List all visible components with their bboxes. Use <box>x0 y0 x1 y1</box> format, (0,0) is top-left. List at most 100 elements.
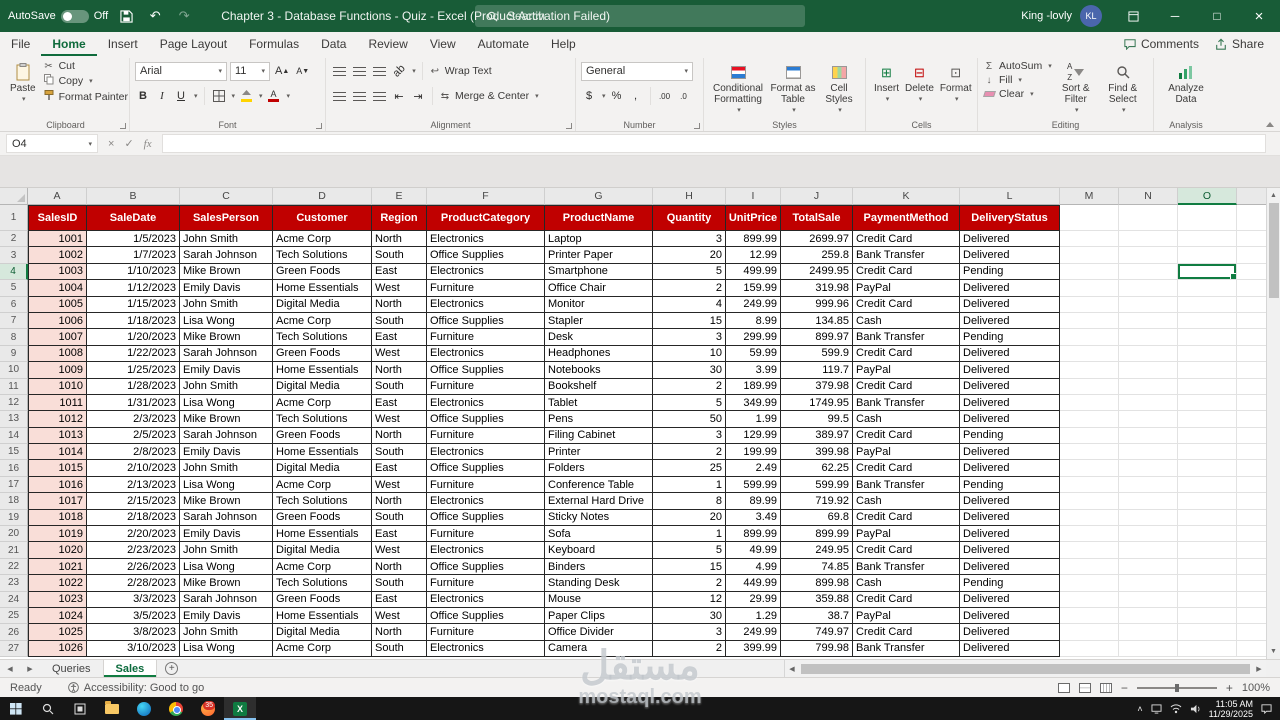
cell[interactable]: Delivered <box>960 509 1060 527</box>
cell[interactable]: Digital Media <box>273 542 372 559</box>
sort-filter-button[interactable]: AZ Sort & Filter ▾ <box>1052 60 1100 118</box>
cell[interactable]: Pending <box>960 427 1060 445</box>
column-header-G[interactable]: G <box>545 188 653 205</box>
cell-O18[interactable] <box>1178 493 1237 510</box>
cell[interactable]: Furniture <box>427 378 545 395</box>
italic-button[interactable]: I <box>154 87 170 105</box>
cell[interactable]: 259.8 <box>781 247 853 264</box>
share-button[interactable]: Share <box>1215 37 1264 51</box>
cell[interactable]: 1 <box>653 476 726 494</box>
cell-N25[interactable] <box>1119 607 1178 625</box>
cell[interactable]: Tablet <box>545 394 653 412</box>
cell[interactable]: 1/20/2023 <box>87 329 180 346</box>
cell[interactable]: 3.99 <box>726 362 781 379</box>
zoom-in-icon[interactable]: + <box>1226 681 1233 695</box>
row-header-27[interactable]: 27 <box>0 640 28 658</box>
cell[interactable]: Sarah Johnson <box>180 345 273 363</box>
find-select-button[interactable]: Find & Select ▾ <box>1100 60 1146 118</box>
cell[interactable]: Home Essentials <box>273 526 372 543</box>
cell[interactable]: John Smith <box>180 231 273 248</box>
currency-format-button[interactable]: $ <box>581 87 597 105</box>
cell[interactable]: Delivered <box>960 624 1060 641</box>
cell[interactable]: Furniture <box>427 329 545 346</box>
row-header-13[interactable]: 13 <box>0 411 28 428</box>
cell[interactable]: West <box>372 476 427 494</box>
row-header-22[interactable]: 22 <box>0 558 28 576</box>
sheet-nav-left-icon[interactable]: ◀ <box>7 665 12 673</box>
cell[interactable]: 359.88 <box>781 591 853 608</box>
cell-M11[interactable] <box>1060 378 1119 395</box>
cell-O24[interactable] <box>1178 591 1237 608</box>
cell[interactable]: 1/15/2023 <box>87 296 180 313</box>
cell[interactable]: Credit Card <box>853 624 960 641</box>
notification-center-icon[interactable] <box>1261 703 1272 714</box>
column-header-D[interactable]: D <box>273 188 372 205</box>
cell[interactable]: 2499.95 <box>781 263 853 281</box>
formula-input[interactable] <box>161 134 1266 153</box>
cell[interactable]: 1010 <box>28 378 87 395</box>
cell[interactable]: Credit Card <box>853 509 960 527</box>
paste-button[interactable]: Paste ▾ <box>7 60 39 118</box>
cell[interactable]: Mike Brown <box>180 329 273 346</box>
cell[interactable]: Filing Cabinet <box>545 427 653 445</box>
row-header-25[interactable]: 25 <box>0 607 28 625</box>
cell[interactable]: Electronics <box>427 444 545 461</box>
cell[interactable]: 1025 <box>28 624 87 641</box>
cell[interactable]: Mike Brown <box>180 263 273 281</box>
cell-M18[interactable] <box>1060 493 1119 510</box>
cell[interactable]: 899.97 <box>781 329 853 346</box>
cell[interactable]: Monitor <box>545 296 653 313</box>
cell[interactable]: Tech Solutions <box>273 411 372 428</box>
tab-help[interactable]: Help <box>540 32 587 56</box>
zoom-out-icon[interactable]: − <box>1121 681 1128 695</box>
cell[interactable]: East <box>372 329 427 346</box>
cell[interactable]: 1/7/2023 <box>87 247 180 264</box>
cell[interactable]: 159.99 <box>726 280 781 297</box>
cell[interactable]: East <box>372 460 427 477</box>
cell-O27[interactable] <box>1178 640 1237 658</box>
cell-N21[interactable] <box>1119 542 1178 559</box>
cell-O5[interactable] <box>1178 280 1237 297</box>
cell[interactable]: Notebooks <box>545 362 653 379</box>
cell-M27[interactable] <box>1060 640 1119 658</box>
table-header-PaymentMethod[interactable]: PaymentMethod <box>853 205 960 231</box>
cell[interactable]: 1012 <box>28 411 87 428</box>
cell-O26[interactable] <box>1178 624 1237 641</box>
cell[interactable]: Sarah Johnson <box>180 247 273 264</box>
cell[interactable]: 2.49 <box>726 460 781 477</box>
autosave-switch-icon[interactable] <box>60 9 89 23</box>
cell[interactable]: Credit Card <box>853 345 960 363</box>
cell[interactable]: Delivered <box>960 607 1060 625</box>
comments-button[interactable]: Comments <box>1124 37 1199 51</box>
clipboard-dialog-launcher-icon[interactable] <box>120 123 126 129</box>
cell[interactable]: Delivered <box>960 280 1060 297</box>
cell[interactable]: Green Foods <box>273 427 372 445</box>
cell[interactable]: Green Foods <box>273 591 372 608</box>
cell[interactable]: 25 <box>653 460 726 477</box>
row-header-7[interactable]: 7 <box>0 312 28 330</box>
cell[interactable]: 1007 <box>28 329 87 346</box>
cell[interactable]: Acme Corp <box>273 394 372 412</box>
cell[interactable]: 1/28/2023 <box>87 378 180 395</box>
close-button[interactable]: × <box>1238 0 1280 32</box>
increase-font-icon[interactable]: A ▲ <box>273 62 291 80</box>
align-left-icon[interactable] <box>331 87 348 105</box>
cell[interactable]: Office Divider <box>545 624 653 641</box>
vertical-scrollbar[interactable]: ▲ ▼ <box>1266 188 1280 659</box>
cell[interactable]: 1/12/2023 <box>87 280 180 297</box>
cell[interactable]: North <box>372 624 427 641</box>
cell[interactable]: Green Foods <box>273 345 372 363</box>
collapse-ribbon-icon[interactable] <box>1266 122 1274 127</box>
cell[interactable]: Digital Media <box>273 460 372 477</box>
cell[interactable]: Home Essentials <box>273 444 372 461</box>
cell[interactable]: West <box>372 542 427 559</box>
zoom-level[interactable]: 100% <box>1242 682 1270 694</box>
cell-N22[interactable] <box>1119 558 1178 576</box>
cell[interactable]: Mike Brown <box>180 493 273 510</box>
autosave-toggle[interactable]: AutoSave Off <box>8 9 108 23</box>
cell[interactable]: Bank Transfer <box>853 329 960 346</box>
cell[interactable]: 5 <box>653 394 726 412</box>
cell[interactable]: 4 <box>653 296 726 313</box>
cell-N15[interactable] <box>1119 444 1178 461</box>
cell[interactable]: 69.8 <box>781 509 853 527</box>
